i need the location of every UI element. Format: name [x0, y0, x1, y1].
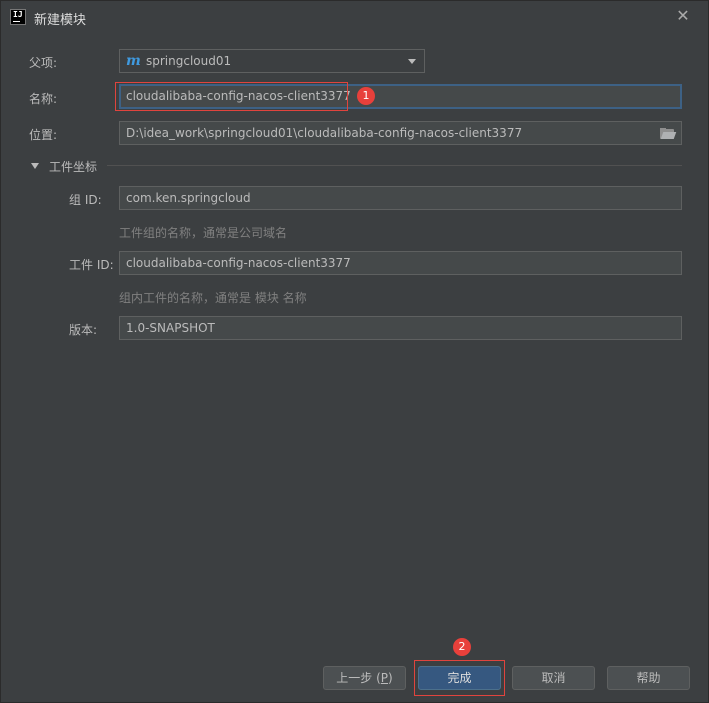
annotation-box-name — [115, 82, 348, 111]
annotation-badge-1: 1 — [357, 87, 375, 105]
group-id-label: 组 ID: — [69, 193, 102, 207]
close-icon[interactable]: ✕ — [673, 6, 693, 26]
version-input[interactable]: 1.0-SNAPSHOT — [119, 316, 682, 340]
intellij-idea-icon: IJ — [10, 9, 26, 25]
artifact-id-input[interactable]: cloudalibaba-config-nacos-client3377 — [119, 251, 682, 275]
location-input[interactable]: D:\idea_work\springcloud01\cloudalibaba-… — [119, 121, 682, 145]
folder-browse-icon[interactable] — [660, 128, 677, 139]
previous-button[interactable]: 上一步 (P) — [323, 666, 406, 690]
maven-m-icon: m — [126, 53, 141, 69]
previous-button-mnemonic: P — [380, 671, 389, 685]
artifact-id-hint: 组内工件的名称，通常是 模块 名称 — [119, 291, 307, 305]
version-label: 版本: — [69, 323, 98, 337]
annotation-badge-2: 2 — [453, 638, 471, 656]
triangle-down-icon[interactable] — [31, 163, 39, 169]
parent-select-value: springcloud01 — [146, 54, 232, 68]
section-divider — [107, 165, 682, 166]
previous-button-label: 上一步 ( — [336, 671, 381, 685]
parent-label: 父项: — [29, 56, 58, 70]
artifact-coordinates-label: 工件坐标 — [49, 160, 98, 174]
location-value: D:\idea_work\springcloud01\cloudalibaba-… — [126, 126, 523, 140]
name-label: 名称: — [29, 92, 58, 106]
artifact-id-label: 工件 ID: — [69, 258, 114, 272]
dialog-title: 新建模块 — [34, 13, 87, 28]
new-module-dialog: IJ 新建模块 ✕ 父项: m springcloud01 名称: clouda… — [0, 0, 709, 703]
group-id-input[interactable]: com.ken.springcloud — [119, 186, 682, 210]
help-button[interactable]: 帮助 — [607, 666, 690, 690]
finish-button[interactable]: 完成 — [418, 666, 501, 690]
title-bar: IJ 新建模块 ✕ — [1, 1, 708, 33]
group-id-hint: 工件组的名称，通常是公司域名 — [119, 226, 288, 240]
chevron-down-icon[interactable] — [408, 59, 416, 64]
location-label: 位置: — [29, 128, 58, 142]
cancel-button[interactable]: 取消 — [512, 666, 595, 690]
previous-button-suffix: ) — [388, 671, 393, 685]
parent-select[interactable]: m springcloud01 — [119, 49, 425, 73]
